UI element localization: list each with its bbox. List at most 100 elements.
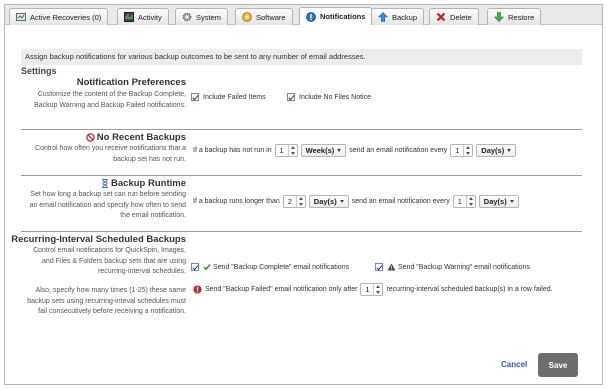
select-value: Week(s) (305, 146, 335, 155)
notifications-icon (306, 11, 316, 22)
decrement-arrow-icon[interactable] (468, 202, 473, 206)
no-recent-threshold-stepper[interactable]: 1 (274, 144, 298, 157)
tab-label: Active Recoveries (0) (30, 12, 102, 22)
backup-failed-suffix: recurring-interval scheduled backup(s) i… (386, 286, 553, 293)
decrement-arrow-icon[interactable] (298, 202, 303, 206)
cancel-button[interactable]: Cancel (501, 360, 527, 369)
no-recent-title: No Recent Backups (96, 132, 186, 143)
error-circle-icon (193, 285, 202, 294)
tab-backup[interactable]: Backup (371, 8, 425, 25)
preferences-title: Notification Preferences (76, 77, 186, 88)
runtime-row: If a backup runs longer than 2 Day(s) se… (193, 195, 522, 208)
tab-label: Backup (392, 12, 418, 22)
decrement-arrow-icon[interactable] (466, 151, 471, 155)
stepper-arrows[interactable] (463, 145, 472, 156)
chevron-down-icon (507, 149, 512, 152)
prohibited-icon (86, 133, 95, 142)
recurring-description-2: Also, specify how many times (1-25) thes… (27, 287, 186, 315)
increment-arrow-icon[interactable] (468, 197, 473, 201)
no-recent-frequency-unit-select[interactable]: Day(s) (476, 144, 517, 157)
include-no-files-label: Include No Files Notice (299, 93, 371, 101)
send-backup-complete-label: Send "Backup Complete" email notificatio… (213, 263, 350, 271)
tab-label: Activity (138, 12, 162, 22)
select-value: Day(s) (481, 146, 505, 155)
stepper-arrows[interactable] (287, 145, 297, 156)
runtime-middle: send an email notification every (351, 198, 450, 205)
tab-system[interactable]: System (175, 8, 229, 25)
runtime-prefix: If a backup runs longer than (193, 198, 280, 205)
tab-bar: Active Recoveries (0) Activity System So… (5, 5, 602, 25)
runtime-title-row: Backup Runtime (101, 178, 186, 189)
stepper-value: 1 (279, 146, 284, 155)
include-failed-items-option[interactable]: Include Failed Items (191, 93, 266, 101)
section-divider (21, 231, 582, 232)
decrement-arrow-icon[interactable] (290, 151, 295, 155)
warning-triangle-icon (387, 263, 396, 271)
send-backup-warning-checkbox[interactable] (375, 263, 383, 271)
no-recent-middle: send an email notification every (349, 147, 448, 154)
send-backup-warning-option[interactable]: Send "Backup Warning" email notification… (375, 263, 530, 271)
chevron-down-icon (509, 200, 514, 203)
increment-arrow-icon[interactable] (466, 146, 471, 150)
increment-arrow-icon[interactable] (376, 285, 381, 289)
no-recent-threshold-unit-select[interactable]: Week(s) (300, 144, 347, 157)
runtime-frequency-unit-select[interactable]: Day(s) (478, 195, 519, 208)
section-divider (21, 129, 582, 130)
include-no-files-option[interactable]: Include No Files Notice (287, 93, 371, 101)
select-value: Day(s) (313, 197, 337, 206)
tab-label: Restore (508, 12, 535, 22)
no-recent-prefix: If a backup has not run in (193, 147, 272, 154)
backup-failed-row: Send "Backup Failed" email notification … (193, 283, 556, 296)
stepper-arrows[interactable] (295, 196, 305, 207)
no-recent-frequency-stepper[interactable]: 1 (450, 144, 474, 157)
tab-restore[interactable]: Restore (487, 8, 542, 25)
chevron-down-icon (337, 149, 342, 152)
stepper-arrows[interactable] (373, 284, 382, 295)
restore-down-arrow-icon (494, 12, 504, 22)
tab-active-recoveries[interactable]: Active Recoveries (0) (9, 8, 109, 25)
consecutive-failures-stepper[interactable]: 1 (360, 283, 384, 296)
tab-delete[interactable]: Delete (429, 8, 479, 25)
decrement-arrow-icon[interactable] (376, 290, 381, 294)
runtime-title: Backup Runtime (111, 178, 186, 189)
send-backup-complete-option[interactable]: Send "Backup Complete" email notificatio… (191, 263, 349, 271)
include-failed-items-checkbox[interactable] (191, 93, 199, 101)
stepper-arrows[interactable] (465, 196, 475, 207)
runtime-threshold-unit-select[interactable]: Day(s) (308, 195, 349, 208)
green-checkmark-icon (203, 263, 211, 271)
section-divider (21, 175, 582, 176)
increment-arrow-icon[interactable] (298, 197, 303, 201)
chevron-down-icon (339, 200, 344, 203)
info-banner: Assign backup notifications for various … (21, 49, 582, 65)
tab-label: Software (256, 12, 286, 22)
delete-x-icon (436, 12, 446, 22)
stepper-value: 1 (365, 285, 370, 294)
active-recoveries-icon (16, 13, 26, 21)
stepper-value: 2 (287, 197, 292, 206)
hourglass-icon (102, 179, 108, 188)
select-value: Day(s) (483, 197, 507, 206)
settings-heading: Settings (21, 66, 57, 76)
recurring-title: Recurring-Interval Scheduled Backups (11, 234, 186, 245)
backup-failed-prefix: Send "Backup Failed" email notification … (205, 286, 358, 293)
runtime-frequency-stepper[interactable]: 1 (452, 195, 476, 208)
runtime-threshold-stepper[interactable]: 2 (282, 195, 306, 208)
system-gear-icon (182, 12, 192, 22)
tab-software[interactable]: Software (235, 8, 293, 25)
stepper-value: 1 (457, 197, 462, 206)
backup-up-arrow-icon (378, 12, 388, 22)
save-button[interactable]: Save (538, 353, 578, 377)
tab-activity[interactable]: Activity (117, 8, 169, 25)
no-recent-row: If a backup has not run in 1 Week(s) sen… (193, 144, 519, 157)
stepper-value: 1 (455, 146, 460, 155)
tab-label: Notifications (320, 12, 366, 21)
send-backup-complete-checkbox[interactable] (191, 263, 199, 271)
recurring-description: Control email notifications for QuickSpi… (33, 247, 186, 275)
no-recent-description: Control how often you receive notificati… (35, 145, 186, 163)
include-no-files-checkbox[interactable] (287, 93, 295, 101)
increment-arrow-icon[interactable] (290, 146, 295, 150)
include-failed-items-label: Include Failed Items (203, 93, 266, 101)
software-icon (242, 12, 252, 22)
tab-notifications[interactable]: Notifications (299, 7, 373, 25)
activity-icon (124, 12, 134, 22)
